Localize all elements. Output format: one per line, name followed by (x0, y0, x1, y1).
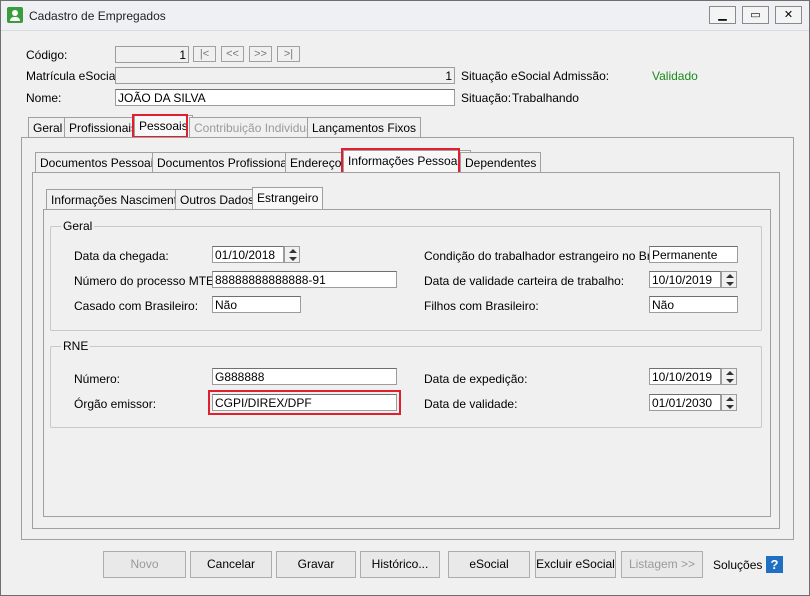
data-validade-spinner[interactable] (721, 394, 737, 411)
validade-ctps-label: Data de validade carteira de trabalho: (424, 274, 625, 288)
rne-group-title: RNE (61, 339, 91, 353)
minimize-icon: ▁ (718, 9, 727, 21)
app-window: Cadastro de Empregados ▁ ▭ ✕ Código: 1 |… (0, 0, 810, 596)
novo-button[interactable]: Novo (103, 551, 186, 578)
help-icon[interactable]: ? (766, 556, 783, 573)
spin-down-icon (726, 405, 734, 409)
data-expedicao-label: Data de expedição: (424, 372, 528, 386)
minimize-button[interactable]: ▁ (709, 6, 736, 24)
situacao-label: Situação: (461, 91, 512, 105)
orgao-emissor-label: Órgão emissor: (74, 397, 157, 411)
informacoes-pessoais-highlight (341, 148, 460, 175)
last-record-button[interactable]: >| (277, 46, 300, 62)
tab-estrangeiro[interactable]: Estrangeiro (252, 187, 324, 209)
tab-geral[interactable]: Geral (28, 117, 68, 137)
rne-numero-label: Número: (74, 372, 121, 386)
orgao-emissor-highlight (208, 390, 401, 415)
spin-up-icon (726, 397, 734, 401)
spin-down-icon (726, 379, 734, 383)
tab-lancamentos-fixos[interactable]: Lançamentos Fixos (307, 117, 422, 137)
close-icon: ✕ (783, 9, 794, 21)
pessoais-highlight (132, 114, 188, 138)
situacao-admissao-label: Situação eSocial Admissão: (461, 69, 610, 83)
tab-profissionais[interactable]: Profissionais (64, 117, 143, 137)
data-validade-label: Data de validade: (424, 397, 518, 411)
geral-group-title: Geral (61, 219, 95, 233)
situacao-value: Trabalhando (512, 91, 579, 105)
historico-button[interactable]: Histórico... (360, 551, 440, 578)
data-expedicao-spinner[interactable] (721, 368, 737, 385)
tab-contribuicao-individual[interactable]: Contribuição Individual (189, 117, 321, 137)
casado-label: Casado com Brasileiro: (74, 299, 199, 313)
matricula-label: Matrícula eSocial: (26, 69, 122, 83)
codigo-field[interactable]: 1 (115, 46, 189, 63)
title-bar: Cadastro de Empregados ▁ ▭ ✕ (1, 1, 809, 31)
validade-ctps-spinner[interactable] (721, 271, 737, 288)
validade-ctps-field[interactable]: 10/10/2019 (649, 271, 721, 288)
nome-field[interactable]: JOÃO DA SILVA (115, 89, 455, 106)
tab-outros-dados[interactable]: Outros Dados (175, 189, 260, 209)
tab-documentos-profissionais[interactable]: Documentos Profissionais (152, 152, 301, 172)
spin-up-icon (726, 371, 734, 375)
processo-mte-field[interactable]: 88888888888888-91 (212, 271, 397, 288)
excluir-esocial-button[interactable]: Excluir eSocial (535, 551, 616, 578)
maximize-icon: ▭ (750, 9, 761, 21)
data-chegada-field[interactable]: 01/10/2018 (212, 246, 284, 263)
spin-down-icon (289, 257, 297, 261)
tab-informacoes-nascimento[interactable]: Informações Nascimento (46, 189, 189, 209)
tab-endereco[interactable]: Endereço (285, 152, 347, 172)
listagem-button[interactable]: Listagem >> (621, 551, 703, 578)
app-user-icon (7, 7, 23, 23)
spin-up-icon (289, 249, 297, 253)
rne-numero-field[interactable]: G888888 (212, 368, 397, 385)
codigo-label: Código: (26, 48, 68, 62)
condicao-field[interactable]: Permanente (649, 246, 738, 263)
tab-documentos-pessoais[interactable]: Documentos Pessoais (35, 152, 165, 172)
matricula-field[interactable]: 1 (115, 67, 455, 84)
spin-down-icon (726, 282, 734, 286)
first-record-button[interactable]: |< (193, 46, 216, 62)
window-title: Cadastro de Empregados (29, 9, 166, 23)
casado-field[interactable]: Não (212, 296, 301, 313)
processo-mte-label: Número do processo MTE: (74, 274, 218, 288)
condicao-label: Condição do trabalhador estrangeiro no B… (424, 249, 673, 263)
next-record-button[interactable]: >> (249, 46, 272, 62)
spin-up-icon (726, 274, 734, 278)
situacao-admissao-value: Validado (652, 69, 698, 83)
data-chegada-label: Data da chegada: (74, 249, 169, 263)
close-button[interactable]: ✕ (775, 6, 802, 24)
solucoes-button[interactable]: Soluções (713, 558, 762, 572)
rne-group: RNE (50, 339, 762, 428)
filhos-label: Filhos com Brasileiro: (424, 299, 539, 313)
nome-label: Nome: (26, 91, 62, 105)
esocial-button[interactable]: eSocial (448, 551, 530, 578)
cancelar-button[interactable]: Cancelar (190, 551, 272, 578)
gravar-button[interactable]: Gravar (276, 551, 356, 578)
filhos-field[interactable]: Não (649, 296, 738, 313)
prev-record-button[interactable]: << (221, 46, 244, 62)
data-validade-field[interactable]: 01/01/2030 (649, 394, 721, 411)
data-expedicao-field[interactable]: 10/10/2019 (649, 368, 721, 385)
data-chegada-spinner[interactable] (284, 246, 300, 263)
tab-dependentes[interactable]: Dependentes (460, 152, 542, 172)
maximize-button[interactable]: ▭ (742, 6, 769, 24)
